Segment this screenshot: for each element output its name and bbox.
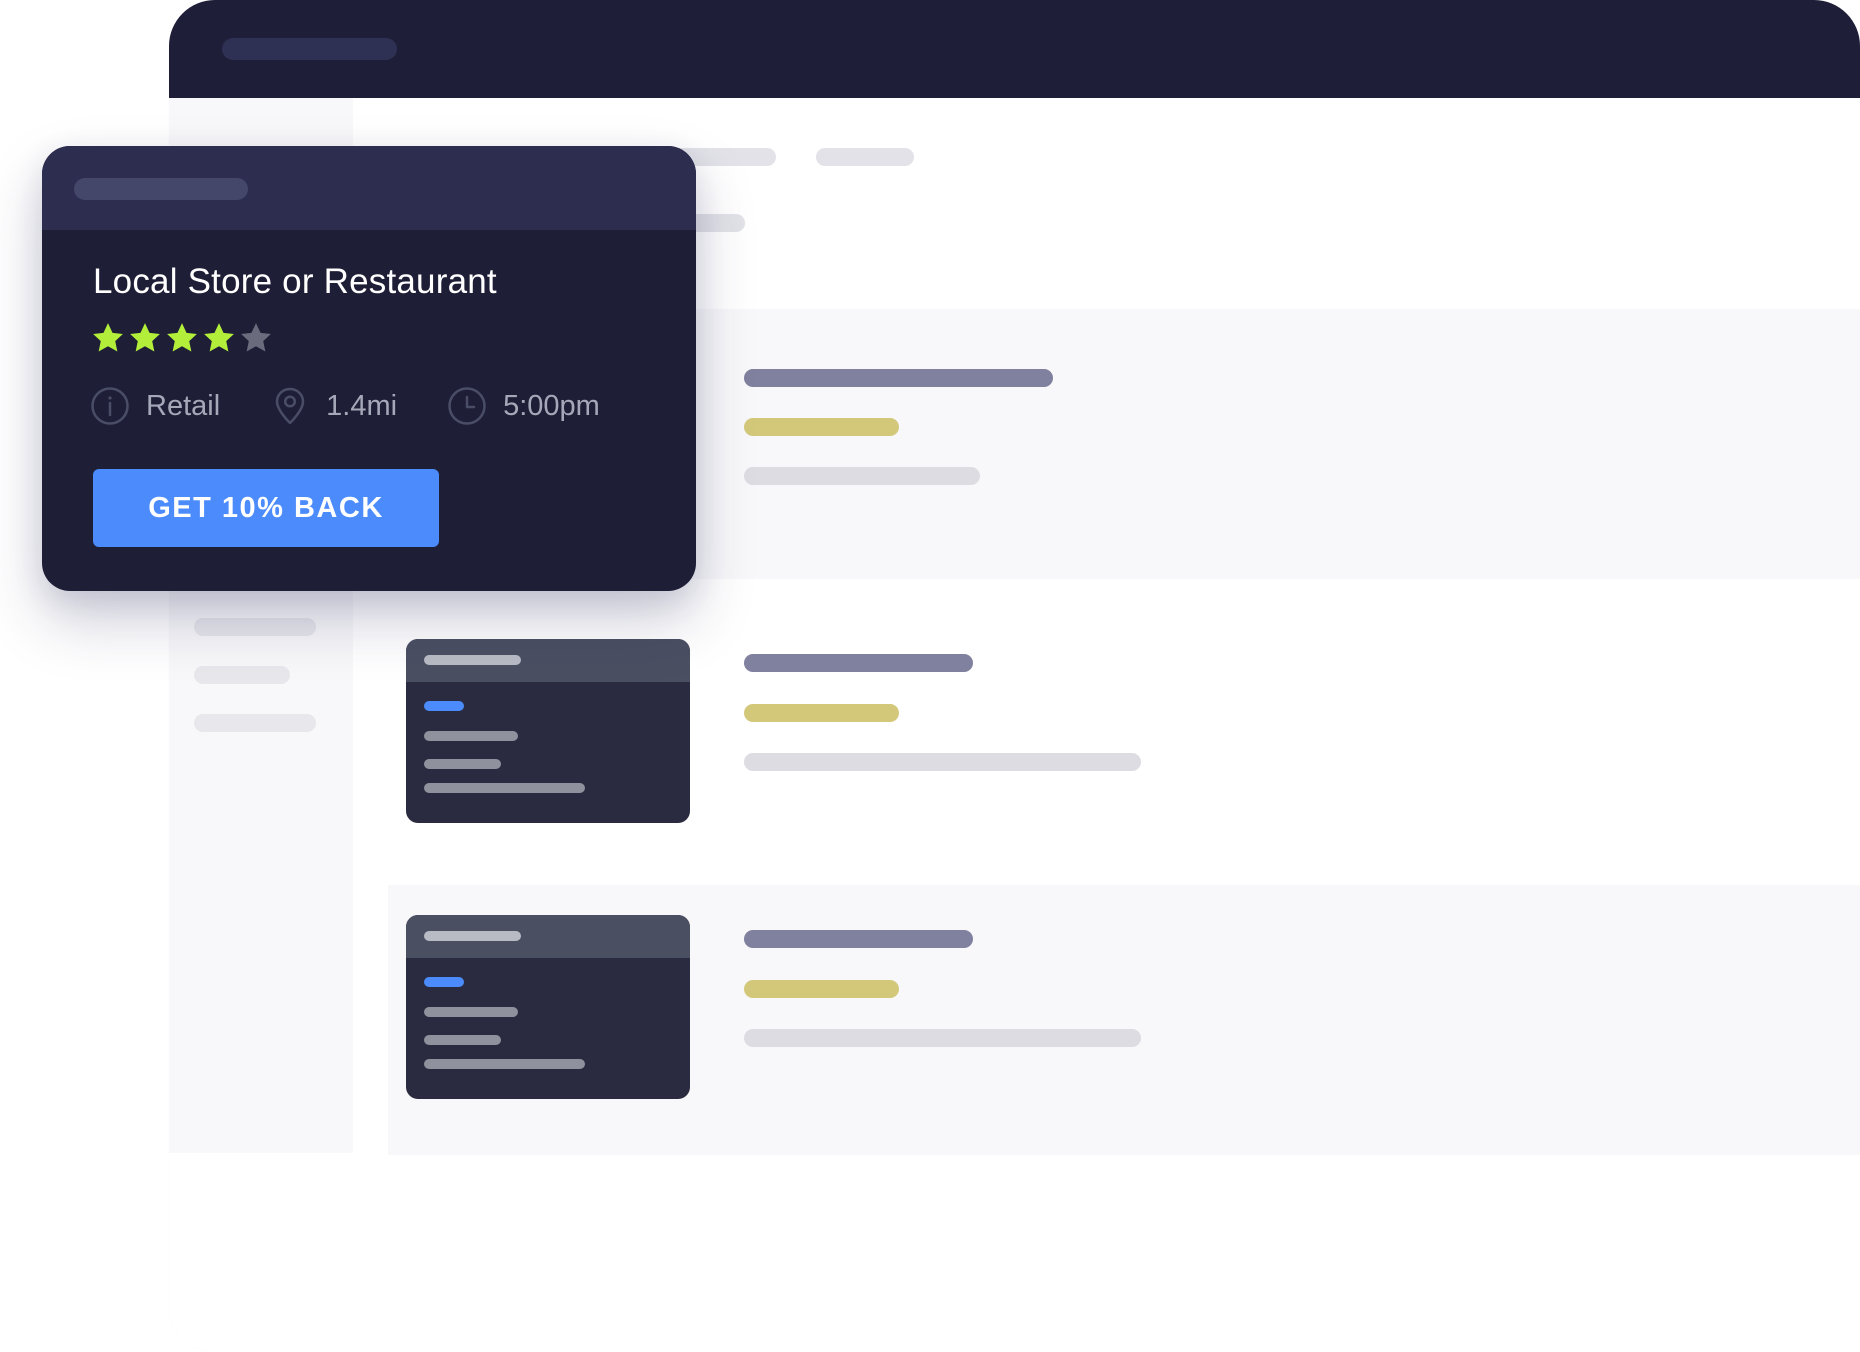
thumbnail-accent-line [424, 977, 464, 987]
result-thumbnail [406, 639, 690, 823]
store-name: Local Store or Restaurant [93, 262, 497, 301]
sidebar-item-placeholder[interactable] [194, 714, 316, 732]
category-label: Retail [146, 389, 221, 422]
star-icon [204, 323, 234, 352]
result-title-placeholder [744, 654, 973, 672]
distance-label: 1.4mi [326, 389, 398, 422]
thumbnail-title-line [424, 655, 521, 665]
result-row[interactable] [388, 885, 1860, 1155]
clock-icon [448, 387, 486, 425]
result-title-placeholder [744, 930, 973, 948]
thumbnail-text-line [424, 783, 585, 793]
thumbnail-text-line [424, 1059, 585, 1069]
thumbnail-text-line [424, 759, 501, 769]
page-stage: Local Store or Restaurant Retail 1.4mi 5… [0, 0, 1860, 1352]
window-top-bar [169, 0, 1860, 98]
result-meta-placeholder [744, 753, 1141, 771]
time-meta: 5:00pm [447, 386, 600, 426]
result-row[interactable] [388, 579, 1860, 849]
result-title-placeholder [744, 369, 1053, 387]
result-meta-placeholder [744, 467, 980, 485]
thumbnail-text-line [424, 1035, 501, 1045]
result-tag-placeholder [744, 704, 899, 722]
star-icon [241, 323, 271, 352]
star-icon [130, 323, 160, 352]
time-label: 5:00pm [503, 389, 600, 422]
sidebar-item-placeholder[interactable] [194, 666, 290, 684]
thumbnail-accent-line [424, 701, 464, 711]
card-header [42, 146, 696, 230]
thumbnail-title-line [424, 931, 521, 941]
sidebar-item-placeholder[interactable] [194, 618, 316, 636]
star-icon [93, 323, 123, 352]
result-thumbnail [406, 915, 690, 1099]
store-offer-card[interactable]: Local Store or Restaurant Retail 1.4mi 5… [42, 146, 696, 591]
thumbnail-text-line [424, 1007, 518, 1017]
filter-tab-placeholder[interactable] [816, 148, 914, 166]
get-cashback-button[interactable]: GET 10% BACK [93, 469, 439, 547]
category-meta: Retail [90, 386, 220, 426]
window-title-placeholder [222, 38, 397, 60]
store-meta: Retail 1.4mi 5:00pm [90, 386, 650, 426]
distance-meta: 1.4mi [270, 386, 397, 426]
result-tag-placeholder [744, 418, 899, 436]
thumbnail-text-line [424, 731, 518, 741]
star-icon [167, 323, 197, 352]
star-rating [91, 321, 273, 355]
result-meta-placeholder [744, 1029, 1141, 1047]
info-icon [91, 387, 129, 425]
card-header-placeholder [74, 178, 248, 200]
result-tag-placeholder [744, 980, 899, 998]
map-pin-icon [275, 387, 305, 425]
